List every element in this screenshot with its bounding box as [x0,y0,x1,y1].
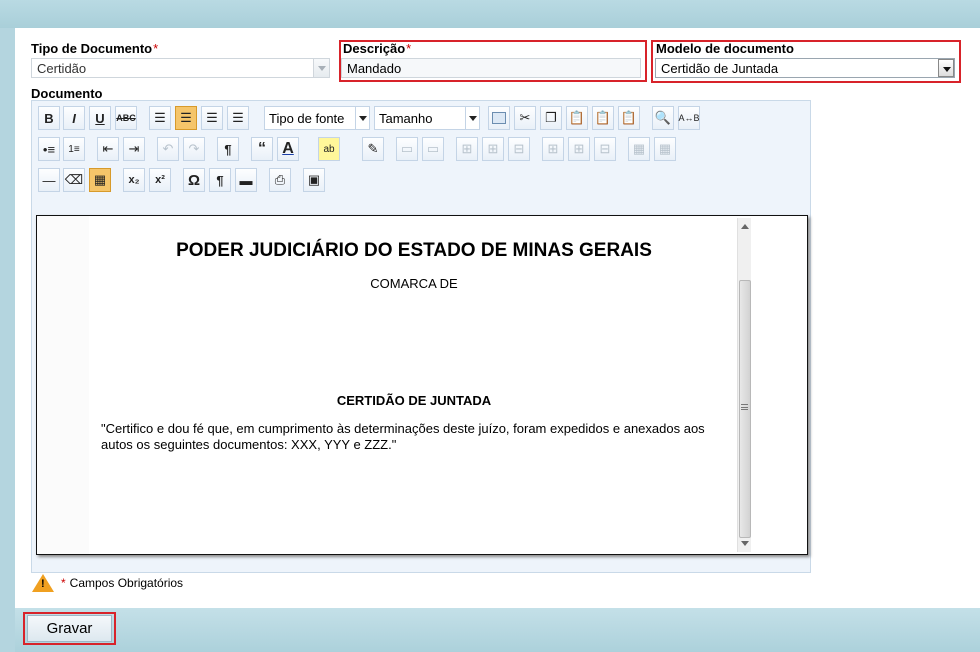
nonbreaking-space-icon[interactable]: ▬ [235,168,257,192]
show-blocks-icon[interactable]: ¶ [209,168,231,192]
paste-word-icon[interactable]: 📋 [618,106,640,130]
document-page[interactable]: PODER JUDICIÁRIO DO ESTADO DE MINAS GERA… [89,216,739,554]
font-size-select[interactable]: Tamanho [374,106,480,130]
bold-icon[interactable]: B [38,106,60,130]
bullet-list-icon[interactable]: •≡ [38,137,60,161]
text-color-icon[interactable]: A [277,137,299,161]
highlight-color-icon[interactable]: ab [318,137,340,161]
toolbar-row-3: — ⌫ ▦ x₂ x² Ω ¶ ▬ ⎙ ▣ [36,168,806,194]
modelo-highlight [651,40,961,83]
merge-cells-icon[interactable]: ▭ [422,137,444,161]
insert-col-before-icon[interactable]: ⊞ [542,137,564,161]
copy-icon[interactable]: ❐ [540,106,562,130]
print-icon[interactable]: ⎙ [269,168,291,192]
strikethrough-icon[interactable]: ABC [115,106,137,130]
required-note-text: Campos Obrigatórios [69,576,184,590]
scroll-grip-icon [741,404,748,410]
insert-col-after-icon[interactable]: ⊞ [568,137,590,161]
document-paragraph: "Certifico e dou fé que, em cumprimento … [101,421,705,452]
footer-bar [15,608,980,652]
align-right-icon[interactable]: ☰ [201,106,223,130]
tipo-documento-select[interactable]: Certidão [31,58,330,78]
row-props-icon[interactable]: ▦ [654,137,676,161]
blockquote-icon[interactable]: “ [251,137,273,161]
underline-icon[interactable]: U [89,106,111,130]
document-margin [37,216,89,554]
document-comarca: COMARCA DE [370,276,458,291]
split-cells-icon[interactable]: ▦ [628,137,650,161]
font-family-value: Tipo de fonte [269,111,345,126]
warning-icon [32,574,54,592]
required-mark: * [153,41,159,56]
find-icon[interactable]: 🔍 [652,106,674,130]
document-certidao-title: CERTIDÃO DE JUNTADA [336,393,492,408]
font-family-select[interactable]: Tipo de fonte [264,106,370,130]
cut-icon[interactable]: ✂ [514,106,536,130]
chevron-down-icon [313,59,329,77]
tipo-documento-value: Certidão [37,61,87,76]
special-char-icon[interactable]: Ω [183,168,205,192]
table-icon[interactable]: ▦ [89,168,111,192]
rich-text-editor: B I U ABC ☰ ☰ ☰ ☰ Tipo de fonte Tamanho … [31,100,811,573]
delete-col-icon[interactable]: ⊟ [594,137,616,161]
undo-icon[interactable]: ↶ [157,137,179,161]
paste-icon[interactable]: 📋 [566,106,588,130]
delete-row-icon[interactable]: ⊟ [508,137,530,161]
edit-html-icon[interactable]: ✎ [362,137,384,161]
tipo-documento-label: Tipo de Documento* [31,41,158,56]
cell-props-icon[interactable]: ▭ [396,137,418,161]
align-center-icon[interactable]: ☰ [175,106,197,130]
align-justify-icon[interactable]: ☰ [227,106,249,130]
descricao-highlight [339,40,647,82]
eraser-icon[interactable]: ⌫ [63,168,85,192]
italic-icon[interactable]: I [63,106,85,130]
replace-icon[interactable]: A↔B [678,106,700,130]
fullscreen-icon[interactable]: ▣ [303,168,325,192]
subscript-icon[interactable]: x₂ [123,168,145,192]
font-size-value: Tamanho [379,111,433,126]
required-fields-note: * Campos Obrigatórios [32,574,183,592]
tipo-documento-label-text: Tipo de Documento [31,41,153,56]
insert-row-after-icon[interactable]: ⊞ [482,137,504,161]
documento-label: Documento [31,86,103,101]
toolbar-row-2: •≡ 1≡ ⇤ ⇥ ↶ ↷ ¶ “ A ab ✎ ▭ ▭ ⊞ ⊞ ⊟ ⊞ ⊞ ⊟… [36,137,806,163]
scroll-up-icon[interactable] [741,224,749,229]
select-all-icon[interactable] [488,106,510,130]
document-canvas[interactable]: PODER JUDICIÁRIO DO ESTADO DE MINAS GERA… [36,215,808,555]
toolbar-row-1: B I U ABC ☰ ☰ ☰ ☰ Tipo de fonte Tamanho … [36,106,806,132]
paste-text-icon[interactable]: 📋 [592,106,614,130]
save-highlight [23,612,116,645]
redo-icon[interactable]: ↷ [183,137,205,161]
document-scrollbar[interactable] [737,218,751,552]
paragraph-direction-icon[interactable]: ¶ [217,137,239,161]
scroll-down-icon[interactable] [741,541,749,546]
insert-row-before-icon[interactable]: ⊞ [456,137,478,161]
outdent-icon[interactable]: ⇤ [97,137,119,161]
document-title: PODER JUDICIÁRIO DO ESTADO DE MINAS GERA… [176,240,652,261]
chevron-down-icon [465,107,479,129]
required-mark: * [61,576,66,590]
indent-icon[interactable]: ⇥ [123,137,145,161]
chevron-down-icon [355,107,369,129]
top-strip [0,0,980,28]
align-left-icon[interactable]: ☰ [149,106,171,130]
numbered-list-icon[interactable]: 1≡ [63,137,85,161]
superscript-icon[interactable]: x² [149,168,171,192]
horizontal-rule-icon[interactable]: — [38,168,60,192]
